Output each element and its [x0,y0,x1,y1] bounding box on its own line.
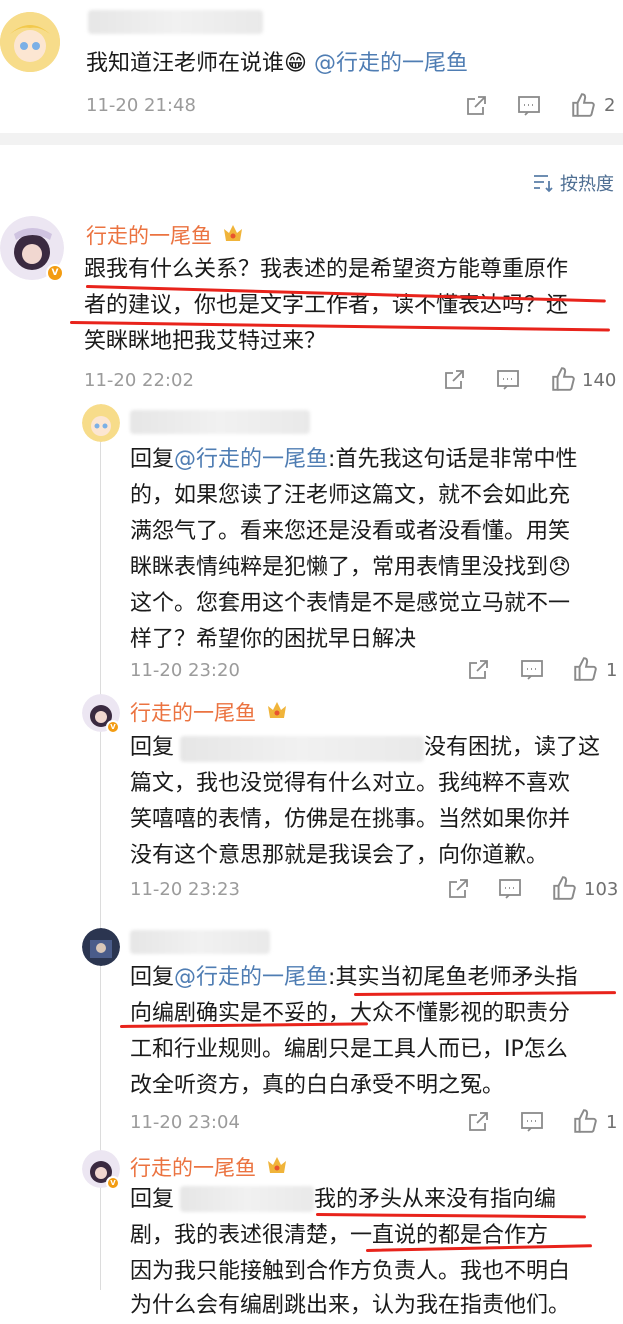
sort-button[interactable]: 按热度 [532,170,614,196]
reply-line: 满怨气了。看来您还是没看或者没看懂。用笑 [130,519,571,544]
share-icon[interactable] [464,94,488,118]
avatar[interactable] [82,928,120,966]
reply-line: 回复@行走的一尾鱼:首先我这句话是非常中性 [130,447,578,472]
crown-icon [266,1155,288,1175]
author-name[interactable]: 行走的一尾鱼 [86,220,212,250]
crown-icon [222,223,244,243]
like-icon[interactable] [572,656,598,682]
comment-icon[interactable] [517,94,541,118]
mention-link[interactable]: @行走的一尾鱼 [314,51,468,76]
reply-line: 回复@行走的一尾鱼:其实当初尾鱼老师矛头指 [130,965,578,990]
reply-line: 改全听资方，真的白白承受不明之冤。 [130,1073,505,1098]
sort-label: 按热度 [560,174,614,195]
comment-text: 我知道汪老师在说谁😁 @行走的一尾鱼 [86,51,468,76]
reply-line: 这个。您套用这个表情是不是感觉立马就不一 [130,591,571,616]
comment-line: 跟我有什么关系？我表述的是希望资方能尊重原作 [84,257,569,282]
like-count: 1 [606,1112,618,1133]
author-name[interactable]: 行走的一尾鱼 [130,1152,256,1182]
avatar[interactable] [0,12,60,72]
like-count: 103 [584,879,619,900]
like-icon[interactable] [550,366,576,392]
timestamp: 11-20 21:48 [86,95,196,116]
comment-icon[interactable] [496,368,520,392]
share-icon[interactable] [466,1110,490,1134]
reply-line: 为什么会有编剧跳出来，认为我在指责他们。 [130,1293,571,1318]
reply-line: 工和行业规则。编剧只是工具人而已，IP怎么 [130,1037,568,1062]
like-icon[interactable] [572,1108,598,1134]
timestamp: 11-20 23:04 [130,1112,240,1133]
comment-icon[interactable] [520,1110,544,1134]
like-count: 1 [606,660,618,681]
comment-icon[interactable] [498,877,522,901]
timestamp: 11-20 22:02 [84,370,194,391]
like-count: 140 [582,370,617,391]
reply-line: 因为我只能接触到合作方负责人。我也不明白 [130,1259,571,1284]
timestamp: 11-20 23:23 [130,879,240,900]
mention-link[interactable]: @行走的一尾鱼 [174,965,328,990]
comment-line: 笑眯眯地把我艾特过来？ [84,329,327,354]
like-icon[interactable] [570,92,596,118]
username-hidden [180,736,424,762]
share-icon[interactable] [442,368,466,392]
comment-icon[interactable] [520,658,544,682]
reply-line: 眯眯表情纯粹是犯懒了，常用表情里没找到😞 [130,555,571,580]
verified-badge: V [106,1176,120,1190]
mention-link[interactable]: @行走的一尾鱼 [174,447,328,472]
share-icon[interactable] [446,877,470,901]
reply-line: 没有困扰，读了这 [424,735,601,760]
username-hidden [88,10,263,34]
crown-icon [266,700,288,720]
reply-prefix: 回复 [130,735,175,760]
timestamp: 11-20 23:20 [130,660,240,681]
like-icon[interactable] [551,875,577,901]
author-name[interactable]: 行走的一尾鱼 [130,697,256,727]
username-hidden [130,410,310,434]
like-count: 2 [604,95,616,116]
username-hidden [130,930,270,954]
sort-icon [534,175,553,193]
share-icon[interactable] [466,658,490,682]
section-divider [0,133,623,145]
reply-prefix: 回复 [130,1187,175,1212]
reply-line: 没有这个意思那就是我误会了，向你道歉。 [130,843,549,868]
verified-badge: V [106,720,120,734]
reply-line: 笑嘻嘻的表情，仿佛是在挑事。当然如果你并 [130,807,571,832]
verified-badge: V [46,264,64,282]
reply-line: 篇文，我也没觉得有什么对立。我纯粹不喜欢 [130,771,571,796]
username-hidden [180,1186,314,1212]
reply-line: 样了？希望你的困扰早日解决 [130,627,417,652]
reply-line: 的，如果您读了汪老师这篇文，就不会如此充 [130,483,571,508]
avatar[interactable] [82,404,120,442]
